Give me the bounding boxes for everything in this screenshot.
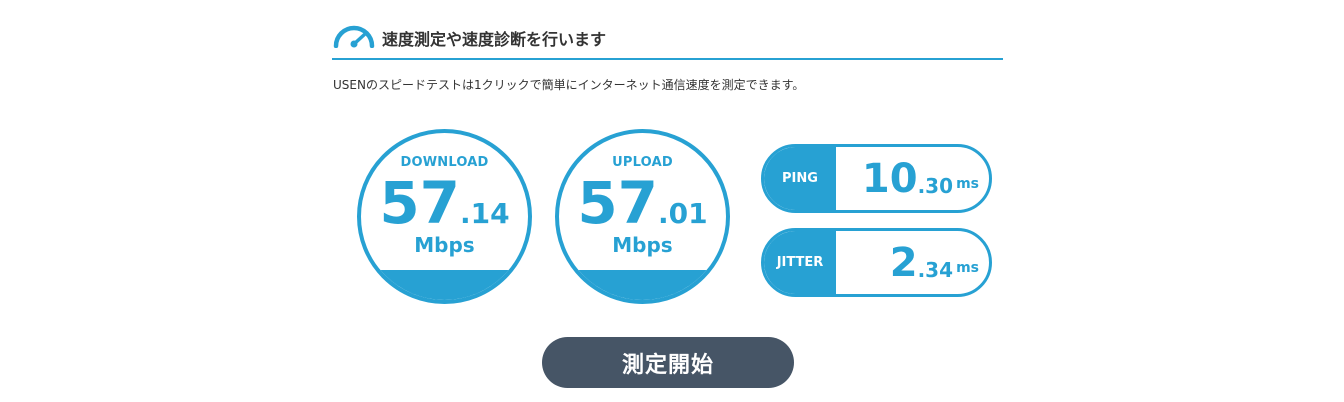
download-gauge: DOWNLOAD 57.14 Mbps [357,129,532,304]
ping-result: PING 10.30 ms [761,144,992,213]
jitter-value-int: 2 [889,239,918,286]
upload-gauge-fill [559,269,726,300]
start-measurement-button[interactable]: 測定開始 [542,337,794,388]
jitter-unit: ms [956,259,979,276]
ping-value-int: 10 [861,155,918,202]
ping-value: 10.30 [862,147,953,210]
download-unit: Mbps [414,233,475,257]
download-value-int: 57 [379,169,461,237]
ping-value-dec: .30 [917,173,953,198]
upload-value: 57.01 [559,167,726,239]
jitter-value-dec: .34 [917,257,953,282]
section-header: 速度測定や速度診断を行います [332,18,1003,60]
upload-unit: Mbps [612,233,673,257]
download-gauge-fill [361,269,528,300]
speedometer-icon [333,25,375,48]
speed-test-panel: 速度測定や速度診断を行います USENのスピードテストは1クリックで簡単にインタ… [0,0,1344,402]
upload-gauge: UPLOAD 57.01 Mbps [555,129,730,304]
description-text: USENのスピードテストは1クリックで簡単にインターネット通信速度を測定できます… [333,78,805,92]
page-title: 速度測定や速度診断を行います [382,30,607,49]
jitter-result: JITTER 2.34 ms [761,228,992,297]
jitter-label: JITTER [764,231,836,294]
ping-label: PING [764,147,836,210]
ping-unit: ms [956,175,979,192]
upload-value-int: 57 [577,169,659,237]
download-value-dec: .14 [460,197,510,230]
jitter-value: 2.34 [890,231,953,294]
upload-value-dec: .01 [658,197,708,230]
download-value: 57.14 [361,167,528,239]
